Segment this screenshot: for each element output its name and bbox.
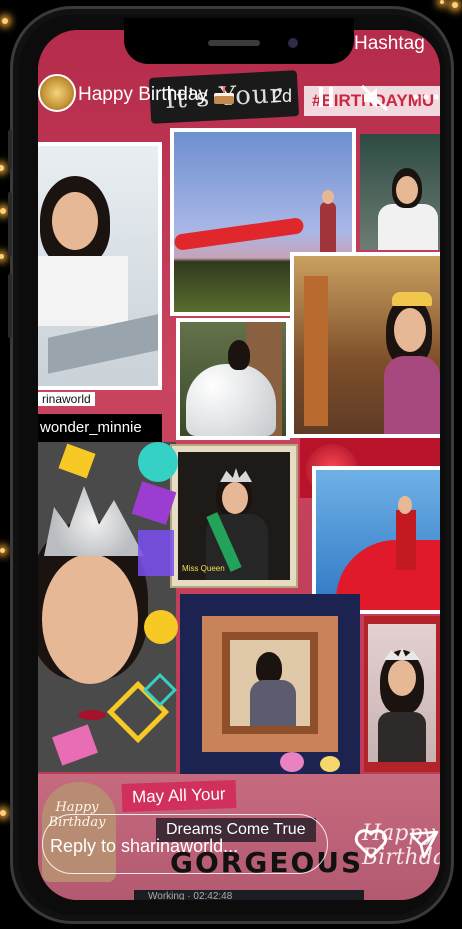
photo-figure	[228, 340, 250, 370]
side-button	[8, 192, 12, 256]
photo-figure	[388, 660, 416, 696]
more-icon[interactable]	[412, 92, 440, 102]
bokeh-light	[0, 548, 5, 553]
side-button	[8, 274, 12, 338]
photo-tile	[360, 134, 440, 250]
photo-figure	[186, 364, 276, 436]
reply-placeholder: Reply to sharinaworld...	[50, 836, 239, 856]
story-title-text: Happy Birthday	[78, 84, 208, 105]
camera-icon	[288, 38, 298, 48]
bokeh-light	[452, 2, 458, 8]
bokeh-light	[2, 18, 8, 24]
confetti-shape	[144, 610, 178, 644]
photo-figure	[42, 554, 138, 684]
photo-figure	[220, 468, 252, 482]
photo-tile	[316, 470, 440, 610]
photo-figure	[320, 756, 340, 772]
heart-icon[interactable]	[354, 828, 388, 860]
bokeh-light	[0, 810, 6, 816]
side-button	[8, 130, 12, 170]
bokeh-light	[0, 165, 4, 171]
photo-figure	[222, 482, 248, 514]
photo-figure	[378, 712, 426, 762]
story-timestamp: 2d	[272, 86, 293, 106]
pause-icon[interactable]	[316, 84, 336, 110]
photo-figure	[396, 510, 416, 570]
story-title: Happy Birthday	[78, 84, 234, 106]
photo-figure	[322, 190, 334, 204]
bokeh-light	[0, 208, 6, 214]
photo-figure	[44, 486, 144, 556]
photo-figure	[378, 204, 438, 250]
sash-text: Miss Queen	[182, 564, 225, 573]
photo-figure	[174, 217, 305, 251]
photo-tile: Miss Queen	[178, 452, 290, 580]
photo-tile	[38, 146, 158, 386]
photo-figure	[38, 256, 128, 326]
bokeh-light	[440, 0, 444, 4]
photo-tile	[180, 594, 360, 774]
photo-figure	[396, 176, 418, 204]
bokeh-light	[0, 254, 4, 259]
photo-figure	[280, 752, 304, 772]
photo-figure	[394, 308, 426, 352]
confetti-shape	[138, 442, 178, 482]
status-strip: Working · 02:42:48	[134, 890, 364, 900]
photo-figure	[398, 496, 412, 514]
speaker-grille	[208, 40, 260, 46]
photo-figure	[52, 192, 98, 250]
story-screen[interactable]: rinaworld wonder_minnie Miss Queen Happy…	[38, 30, 440, 900]
hashtag-label: Hashtag	[354, 33, 425, 54]
tagged-username[interactable]: rinaworld	[38, 392, 95, 406]
avatar[interactable]	[38, 74, 76, 112]
photo-figure	[392, 292, 432, 306]
photo-tile	[294, 256, 440, 434]
mute-icon[interactable]	[360, 84, 390, 112]
photo-figure	[304, 276, 328, 426]
photo-figure	[78, 710, 106, 720]
banner-text: May All Your	[121, 780, 237, 812]
photo-tile	[364, 616, 440, 772]
cake-icon	[213, 86, 234, 104]
photo-figure	[250, 680, 296, 726]
phone-notch	[124, 18, 354, 64]
tagged-username[interactable]: wonder_minnie	[38, 414, 162, 442]
photo-figure	[384, 356, 440, 434]
photo-tile	[180, 322, 286, 436]
confetti-shape	[138, 530, 174, 576]
send-icon[interactable]	[408, 828, 440, 860]
